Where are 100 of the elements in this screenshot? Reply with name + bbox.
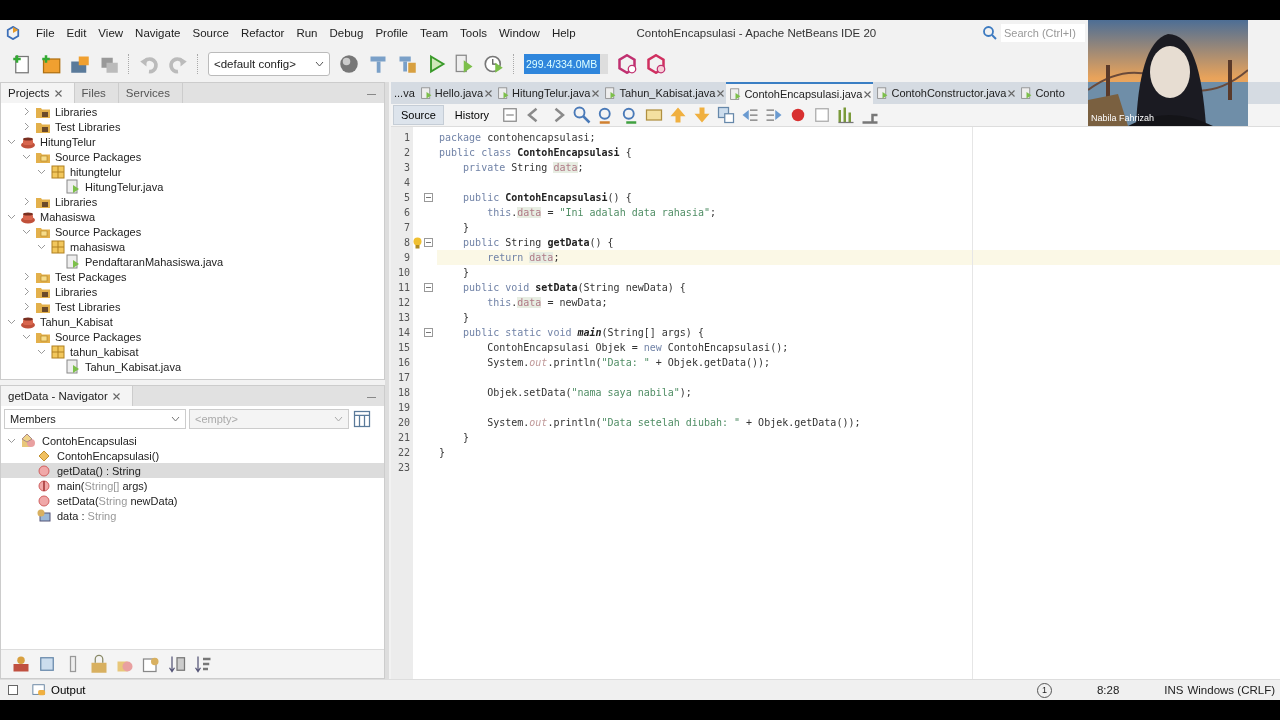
chevron-icon[interactable]	[37, 167, 46, 176]
chevron-icon[interactable]	[37, 242, 46, 251]
chevron-icon[interactable]	[22, 287, 31, 296]
lightbulb-icon[interactable]	[413, 236, 422, 249]
tree-item[interactable]: HitungTelur.java	[85, 180, 164, 193]
menu-item[interactable]: Debug	[323, 26, 370, 39]
bookmark-icon[interactable]	[716, 105, 737, 125]
editor-tab[interactable]: Tahun_Kabisat.java	[601, 82, 727, 104]
panel-tab[interactable]: getData - Navigator	[1, 386, 133, 406]
window-icon[interactable]	[8, 685, 18, 695]
menu-item[interactable]: Window	[492, 26, 546, 39]
config-dropdown[interactable]: <default config>	[208, 51, 330, 76]
menu-item[interactable]: Edit	[60, 26, 93, 39]
menu-item[interactable]: Refactor	[234, 26, 291, 39]
menu-item[interactable]: Run	[290, 26, 324, 39]
fold-icon[interactable]	[424, 238, 433, 247]
menu-item[interactable]: Tools	[454, 26, 493, 39]
fold-icon[interactable]	[424, 283, 433, 292]
tree-item[interactable]: mahasiswa	[70, 240, 126, 253]
close-icon[interactable]	[864, 90, 872, 98]
chevron-icon[interactable]	[37, 347, 46, 356]
tree-item[interactable]: Tahun_Kabisat	[40, 315, 113, 328]
menu-item[interactable]: File	[30, 26, 61, 39]
editor-tab[interactable]: HitungTelur.java	[494, 82, 602, 104]
chevron-icon[interactable]	[22, 107, 31, 116]
line-number: 15	[396, 341, 411, 355]
tree-item[interactable]: Source Packages	[55, 150, 142, 163]
close-icon[interactable]	[1008, 89, 1016, 97]
sort-name-icon[interactable]	[193, 654, 213, 674]
tree-item[interactable]: Libraries	[55, 195, 98, 208]
tree-item[interactable]: Libraries	[55, 105, 98, 118]
debug-icon[interactable]	[455, 53, 475, 74]
editor-tab[interactable]: Conto	[1017, 82, 1067, 104]
member-item[interactable]: main(String[] args)	[1, 478, 384, 493]
tree-item[interactable]: hitungtelur	[70, 165, 122, 178]
chevron-icon[interactable]	[7, 212, 16, 221]
menu-item[interactable]: View	[92, 26, 130, 39]
editor-tab[interactable]: ...va	[391, 82, 417, 104]
menu-item[interactable]: Help	[545, 26, 582, 39]
close-icon[interactable]	[592, 89, 600, 97]
chevron-icon[interactable]	[22, 197, 31, 206]
tree-item[interactable]: Test Libraries	[55, 300, 121, 313]
editor-tab[interactable]: ContohEncapsulasi.java	[726, 82, 874, 104]
code-line: public ContohEncapsulasi() {	[462, 191, 633, 205]
package-icon	[50, 343, 66, 360]
member-item[interactable]: ContohEncapsulasi()	[1, 448, 384, 463]
member-item[interactable]: data : String	[1, 508, 384, 523]
close-icon[interactable]	[717, 89, 725, 97]
tree-item[interactable]: Source Packages	[55, 330, 142, 343]
new-file-icon[interactable]	[12, 53, 32, 74]
search-field[interactable]: Search (Ctrl+I)	[1001, 23, 1085, 42]
panel-tab[interactable]: Services	[118, 83, 183, 103]
chevron-icon[interactable]	[22, 152, 31, 161]
sort-type-icon[interactable]	[167, 654, 187, 674]
tree-item[interactable]: PendaftaranMahasiswa.java	[85, 255, 224, 268]
fold-icon[interactable]	[424, 328, 433, 337]
tree-item[interactable]: Libraries	[55, 285, 98, 298]
members-dropdown[interactable]: Members	[4, 409, 186, 429]
close-icon[interactable]	[112, 392, 120, 400]
menu-item[interactable]: Navigate	[129, 26, 187, 39]
output-tab[interactable]: Output	[26, 683, 92, 697]
chevron-icon[interactable]	[22, 227, 31, 236]
menu-item[interactable]: Team	[414, 26, 455, 39]
lock-icon[interactable]	[89, 654, 109, 674]
square-icon[interactable]	[37, 654, 57, 674]
new-project-icon[interactable]	[41, 53, 61, 74]
tree-item[interactable]: tahun_kabisat	[70, 345, 139, 358]
line-number: 9	[402, 251, 411, 265]
view-tab[interactable]: History	[447, 106, 497, 124]
tree-item[interactable]: Mahasiswa	[40, 210, 96, 223]
tree-item[interactable]: HitungTelur	[40, 135, 96, 148]
comment-icon[interactable]	[836, 105, 857, 125]
view-tab[interactable]: Source	[393, 105, 444, 125]
menu-item[interactable]: Source	[186, 26, 235, 39]
member-item[interactable]: ContohEncapsulasi	[1, 433, 384, 448]
profile-icon[interactable]	[484, 53, 504, 74]
tree-item[interactable]: Source Packages	[55, 225, 142, 238]
menu-item[interactable]: Profile	[369, 26, 414, 39]
close-icon[interactable]	[54, 89, 62, 97]
close-icon[interactable]	[485, 89, 493, 97]
tree-item[interactable]: Tahun_Kabisat.java	[85, 360, 181, 373]
panel-tab[interactable]: Files	[74, 83, 119, 103]
table-icon[interactable]	[352, 409, 372, 429]
chevron-icon[interactable]	[7, 317, 16, 326]
chevron-icon[interactable]	[22, 332, 31, 341]
chevron-icon[interactable]	[22, 272, 31, 281]
find-icon[interactable]	[572, 105, 593, 125]
memory-meter[interactable]: 299.4/334.0MB	[524, 53, 608, 74]
editor-tab[interactable]: ContohConstructor.java	[873, 82, 1018, 104]
chevron-icon[interactable]	[7, 137, 16, 146]
chevron-icon[interactable]	[22, 302, 31, 311]
chevron-icon[interactable]	[7, 436, 16, 445]
member-item[interactable]: setData(String newData)	[1, 493, 384, 508]
tree-item[interactable]: Test Packages	[55, 270, 127, 283]
editor-tab[interactable]: Hello.java	[416, 82, 495, 104]
chevron-icon[interactable]	[22, 122, 31, 131]
panel-tab[interactable]: Projects	[1, 83, 75, 103]
tree-item[interactable]: Test Libraries	[55, 120, 121, 133]
fold-icon[interactable]	[424, 193, 433, 202]
member-item[interactable]: getData() : String	[1, 463, 384, 478]
